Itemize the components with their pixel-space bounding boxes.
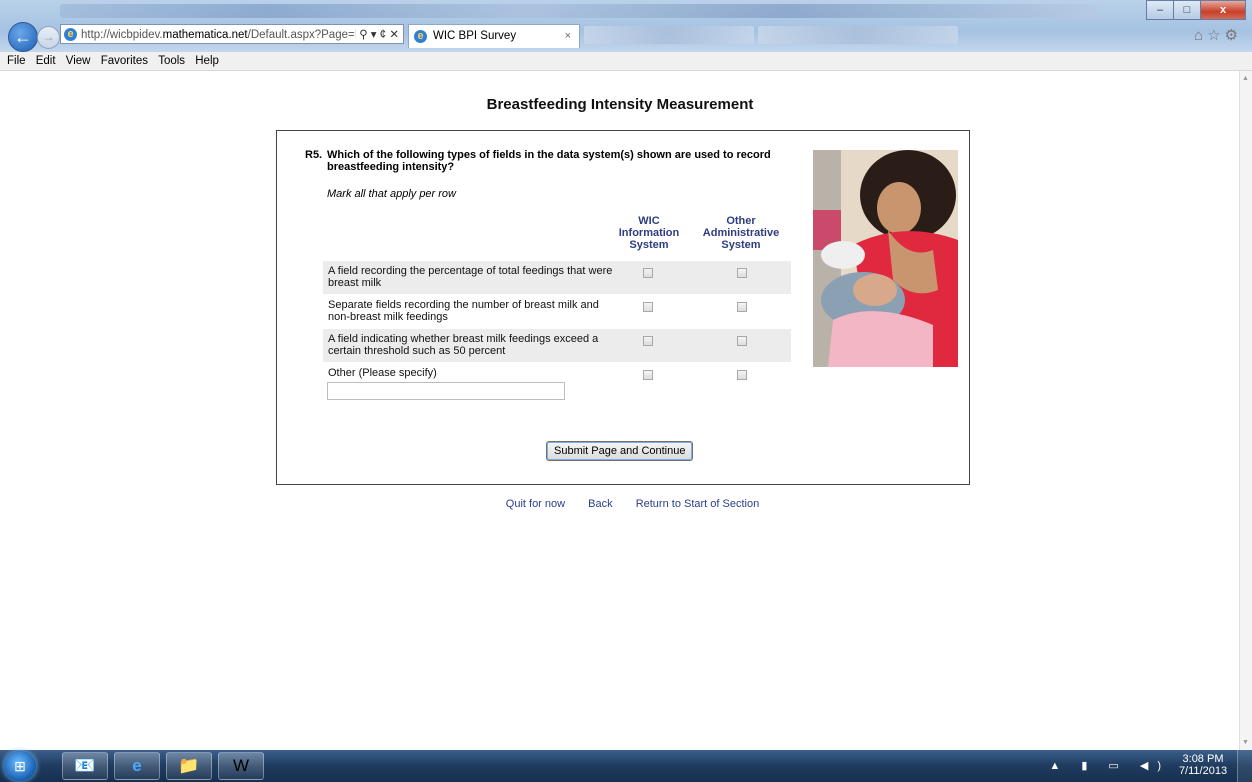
tab-wic-bpi-survey[interactable]: e WIC BPI Survey × xyxy=(408,24,580,48)
submit-continue-button[interactable]: Submit Page and Continue xyxy=(546,441,694,461)
menu-bar: File Edit View Favorites Tools Help xyxy=(0,52,1252,71)
url-prefix: http://wicbpidev. xyxy=(81,29,163,41)
table-row: Separate fields recording the number of … xyxy=(323,295,791,328)
word-taskbar-icon[interactable]: W xyxy=(218,752,264,780)
page-title: Breastfeeding Intensity Measurement xyxy=(486,96,754,113)
forward-arrow-icon[interactable]: → xyxy=(37,26,60,49)
question-card: R5. Which of the following types of fiel… xyxy=(276,130,970,485)
checkbox-wic[interactable] xyxy=(643,302,653,312)
return-to-start-link[interactable]: Return to Start of Section xyxy=(636,498,760,510)
back-link[interactable]: Back xyxy=(588,498,612,510)
home-favorites-tools-icon[interactable]: ⌂☆⚙ xyxy=(1194,26,1242,44)
question-instruction: Mark all that apply per row xyxy=(327,188,456,200)
window-controls: – □ x xyxy=(1146,0,1246,20)
table-row: A field recording the percentage of tota… xyxy=(323,261,791,294)
address-bar[interactable]: e http://wicbpidev.mathematica.net/Defau… xyxy=(60,24,404,44)
checkbox-other[interactable] xyxy=(737,268,747,278)
row-label: A field indicating whether breast milk f… xyxy=(328,333,599,357)
row-label: A field recording the percentage of tota… xyxy=(328,265,613,289)
scroll-up-icon[interactable]: ▲ xyxy=(1242,75,1249,82)
question-number: R5. xyxy=(305,149,323,161)
menu-edit[interactable]: Edit xyxy=(36,52,56,70)
internet-explorer-taskbar-icon[interactable]: e xyxy=(114,752,160,780)
row-label: Separate fields recording the number of … xyxy=(328,299,599,323)
show-desktop-button[interactable] xyxy=(1237,750,1252,782)
column-header-wic: WIC Information System xyxy=(618,215,680,251)
question-text: Which of the following types of fields i… xyxy=(327,149,771,173)
close-button[interactable]: x xyxy=(1200,0,1246,20)
page-viewport: Breastfeeding Intensity Measurement R5. … xyxy=(0,71,1240,750)
quit-for-now-link[interactable]: Quit for now xyxy=(506,498,565,510)
mother-baby-photo xyxy=(813,150,958,367)
photo-illustration xyxy=(813,150,958,367)
table-row: A field indicating whether breast milk f… xyxy=(323,329,791,362)
tab-title: WIC BPI Survey xyxy=(433,30,517,42)
menu-view[interactable]: View xyxy=(66,52,91,70)
checkbox-wic[interactable] xyxy=(643,336,653,346)
ie-page-icon: e xyxy=(64,28,77,41)
file-explorer-taskbar-icon[interactable]: 📁 xyxy=(166,752,212,780)
maximize-button[interactable]: □ xyxy=(1173,0,1201,20)
navigation-links: Quit for now Back Return to Start of Sec… xyxy=(0,498,1252,510)
tray-icons[interactable]: ▲ ▮ ▭ ◀) xyxy=(1049,759,1170,772)
checkbox-other[interactable] xyxy=(737,302,747,312)
taskbar: ⊞ 📧 e 📁 W ▲ ▮ ▭ ◀) 3:08 PM 7/11/2013 xyxy=(0,750,1252,782)
clock-time: 3:08 PM xyxy=(1182,753,1224,765)
tab-blurred[interactable] xyxy=(584,26,754,44)
other-specify-input[interactable] xyxy=(327,382,565,400)
browser-chrome: – □ x ← → e http://wicbpidev.mathematica… xyxy=(0,0,1252,52)
scroll-down-icon[interactable]: ▼ xyxy=(1242,739,1249,746)
menu-file[interactable]: File xyxy=(7,52,26,70)
url-suffix: /Default.aspx?Page=! xyxy=(247,29,358,41)
checkbox-wic[interactable] xyxy=(643,268,653,278)
title-bar xyxy=(60,4,1100,18)
address-controls-icon[interactable]: ⚲ ▾ ¢ ✕ xyxy=(356,25,399,43)
ie-tab-icon: e xyxy=(414,30,427,43)
outlook-taskbar-icon[interactable]: 📧 xyxy=(62,752,108,780)
menu-favorites[interactable]: Favorites xyxy=(101,52,148,70)
vertical-scrollbar[interactable]: ▲ ▼ xyxy=(1239,71,1252,750)
checkbox-other[interactable] xyxy=(737,336,747,346)
tab-blurred[interactable] xyxy=(758,26,958,44)
minimize-button[interactable]: – xyxy=(1146,0,1174,20)
url-host: mathematica.net xyxy=(162,29,248,41)
column-header-other: Other Administrative System xyxy=(702,215,780,251)
start-button-icon[interactable]: ⊞ xyxy=(4,751,36,781)
checkbox-other[interactable] xyxy=(737,370,747,380)
row-label: Other (Please specify) xyxy=(328,367,437,379)
menu-tools[interactable]: Tools xyxy=(158,52,185,70)
back-arrow-icon[interactable]: ← xyxy=(8,22,38,52)
checkbox-wic[interactable] xyxy=(643,370,653,380)
menu-help[interactable]: Help xyxy=(195,52,219,70)
clock-date: 7/11/2013 xyxy=(1178,765,1228,777)
tab-close-icon[interactable]: × xyxy=(565,25,571,47)
clock[interactable]: 3:08 PM 7/11/2013 xyxy=(1178,753,1228,777)
